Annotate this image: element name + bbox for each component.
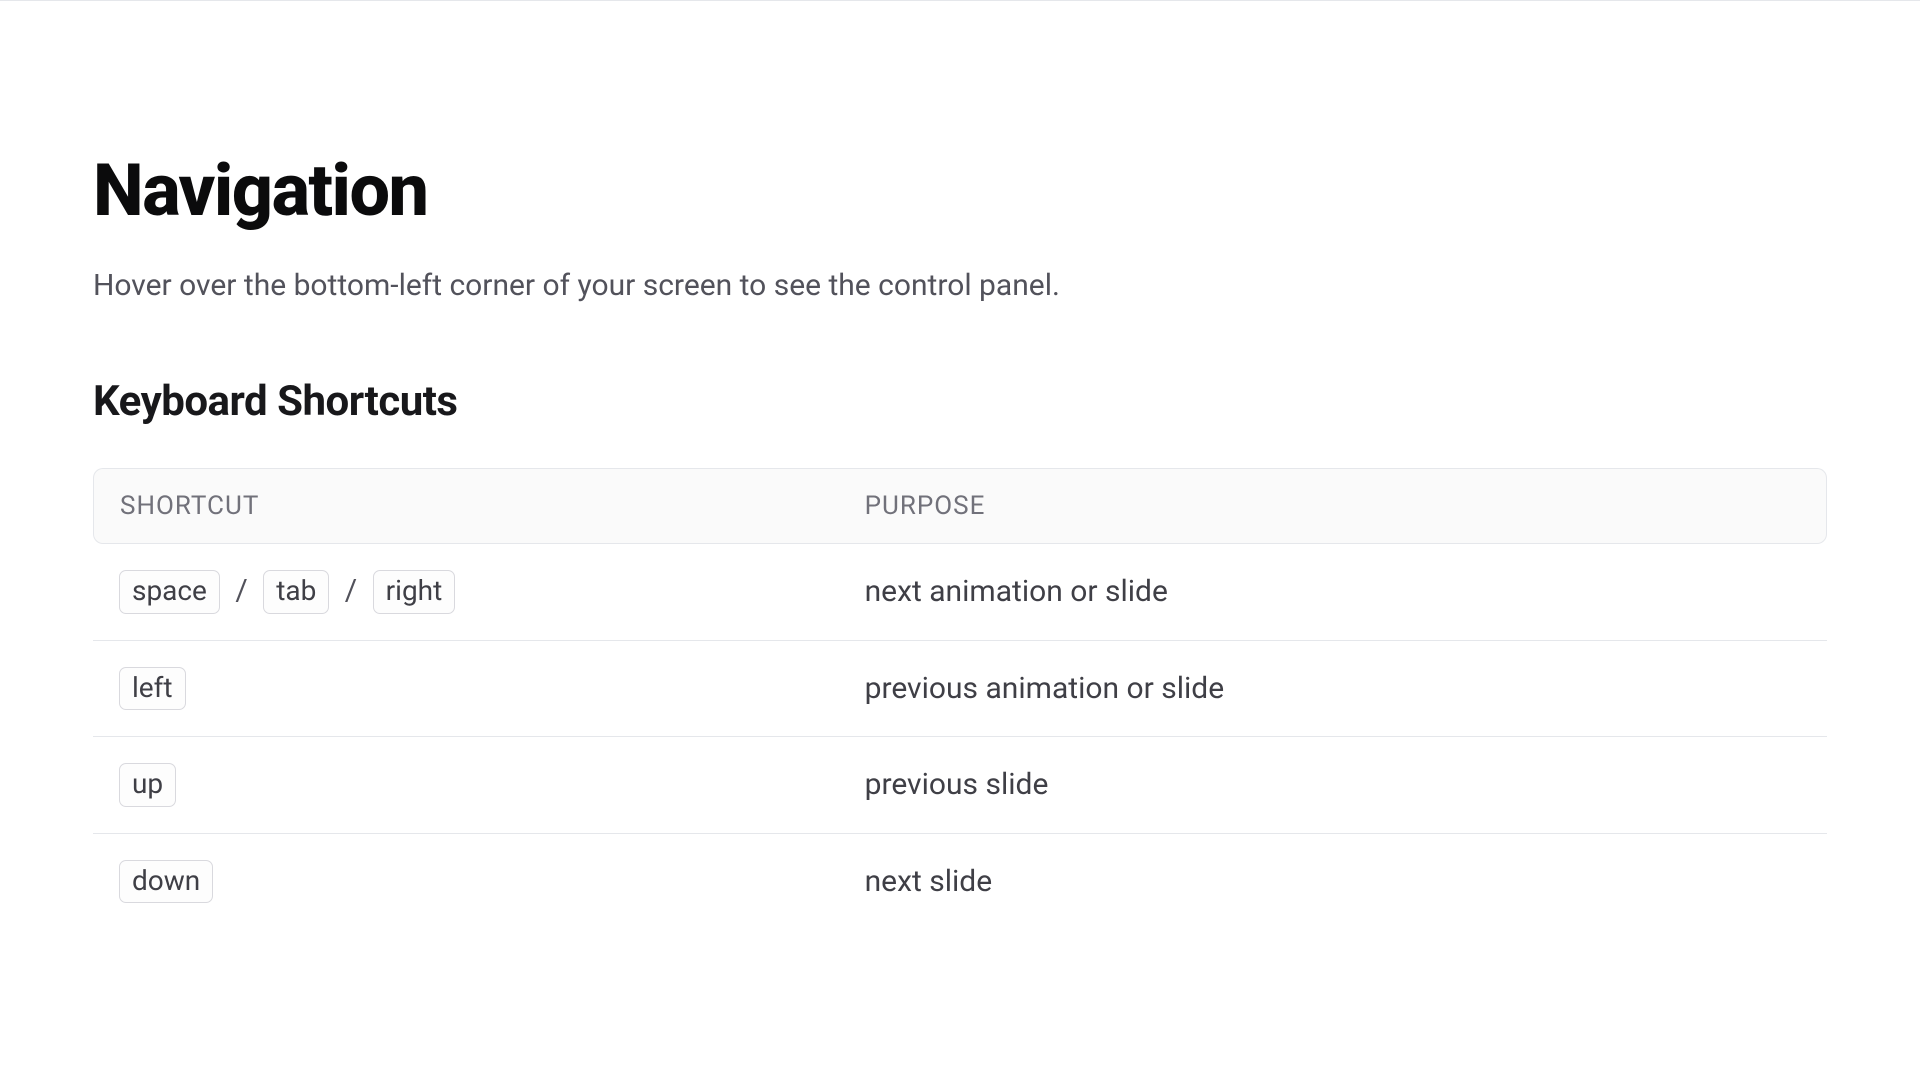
key: up bbox=[119, 763, 176, 807]
shortcuts-table: SHORTCUT PURPOSE space / tab / right nex… bbox=[93, 468, 1827, 929]
shortcut-cell: down bbox=[93, 834, 839, 930]
table-header-row: SHORTCUT PURPOSE bbox=[93, 468, 1827, 544]
content-area: Navigation Hover over the bottom-left co… bbox=[0, 0, 1920, 929]
shortcut-cell: up bbox=[93, 737, 839, 834]
key-separator: / bbox=[337, 573, 365, 608]
purpose-cell: next animation or slide bbox=[839, 544, 1827, 641]
header-shortcut: SHORTCUT bbox=[93, 468, 839, 544]
table-row: up previous slide bbox=[93, 737, 1827, 834]
purpose-cell: previous animation or slide bbox=[839, 641, 1827, 738]
key: right bbox=[373, 570, 456, 614]
key: left bbox=[119, 667, 186, 711]
key: tab bbox=[263, 570, 329, 614]
table-row: left previous animation or slide bbox=[93, 641, 1827, 738]
purpose-cell: previous slide bbox=[839, 737, 1827, 834]
page-subtitle: Hover over the bottom-left corner of you… bbox=[93, 265, 1827, 307]
shortcut-cell: space / tab / right bbox=[93, 544, 839, 641]
page-title: Navigation bbox=[93, 155, 1827, 227]
table-row: space / tab / right next animation or sl… bbox=[93, 544, 1827, 641]
section-title: Keyboard Shortcuts bbox=[93, 377, 1827, 426]
top-divider bbox=[0, 0, 1920, 1]
table-row: down next slide bbox=[93, 834, 1827, 930]
key: space bbox=[119, 570, 220, 614]
key: down bbox=[119, 860, 213, 904]
purpose-cell: next slide bbox=[839, 834, 1827, 930]
shortcut-cell: left bbox=[93, 641, 839, 738]
header-purpose: PURPOSE bbox=[839, 468, 1827, 544]
key-separator: / bbox=[227, 573, 255, 608]
